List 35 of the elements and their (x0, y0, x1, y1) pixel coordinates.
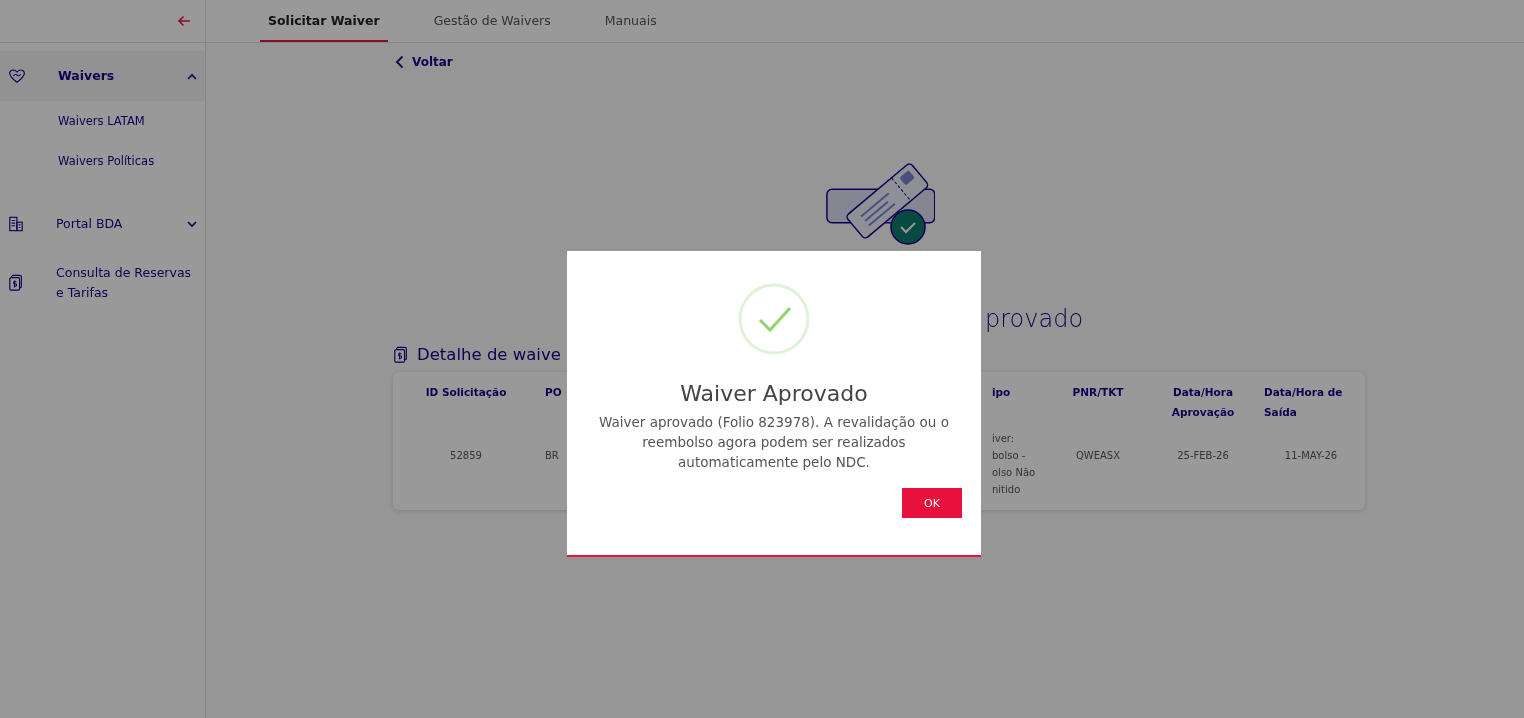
column-header: ID Solicitação (424, 385, 508, 400)
nav-tab[interactable]: Manuais (596, 0, 665, 42)
nav-tab[interactable]: Gestão de Waivers (425, 0, 559, 42)
ok-button[interactable]: OK (902, 488, 962, 518)
dialog-message: Waiver aprovado (Folio 823978). A revalidação ou o reembolso agora podem ser realizados automaticamente pelo NDC. (598, 413, 950, 472)
back-arrow-icon[interactable] (177, 15, 191, 27)
sidebar-item[interactable]: Portal BDA (0, 199, 205, 249)
status-heading: provado (985, 305, 1085, 333)
chevron-icon (187, 72, 197, 80)
back-link[interactable]: Voltar (393, 55, 453, 69)
nav-tab[interactable]: Solicitar Waiver (260, 0, 388, 42)
table-cell-text: iver: bolso - olso Não nitido (991, 432, 1037, 497)
column-header: PO (544, 385, 563, 400)
chevron-icon (187, 220, 197, 228)
chevron-left-icon (395, 55, 404, 69)
document-icon (8, 216, 24, 232)
receipt-icon (393, 345, 409, 364)
receipt-icon (8, 274, 24, 292)
sidebar-subitem[interactable]: Waivers LATAM (0, 101, 205, 141)
check-circle-icon (738, 283, 810, 355)
table-cell-text: 11-MAY-26 (1283, 449, 1339, 463)
heart-icon (8, 68, 26, 84)
column-header: Data/Hora Aprovação (1170, 385, 1236, 420)
column-header: Data/Hora de Saída (1263, 385, 1344, 420)
table-cell-text: 52859 (449, 449, 483, 463)
column-header: ipo (991, 385, 1012, 400)
section-title: Detalhe de waive (417, 345, 561, 364)
sidebar-item[interactable]: Waivers (0, 51, 205, 101)
table-cell-text: BR (544, 449, 560, 463)
sidebar-subitem[interactable]: Waivers Políticas (0, 141, 205, 181)
sidebar-item[interactable]: Consulta de Reservas e Tarifas (0, 255, 205, 311)
column-header: PNR/TKT (1071, 385, 1125, 400)
dialog-title: Waiver Aprovado (680, 381, 868, 406)
table-cell-text: 25-FEB-26 (1176, 449, 1230, 463)
table-cell-text: QWEASX (1074, 449, 1122, 463)
